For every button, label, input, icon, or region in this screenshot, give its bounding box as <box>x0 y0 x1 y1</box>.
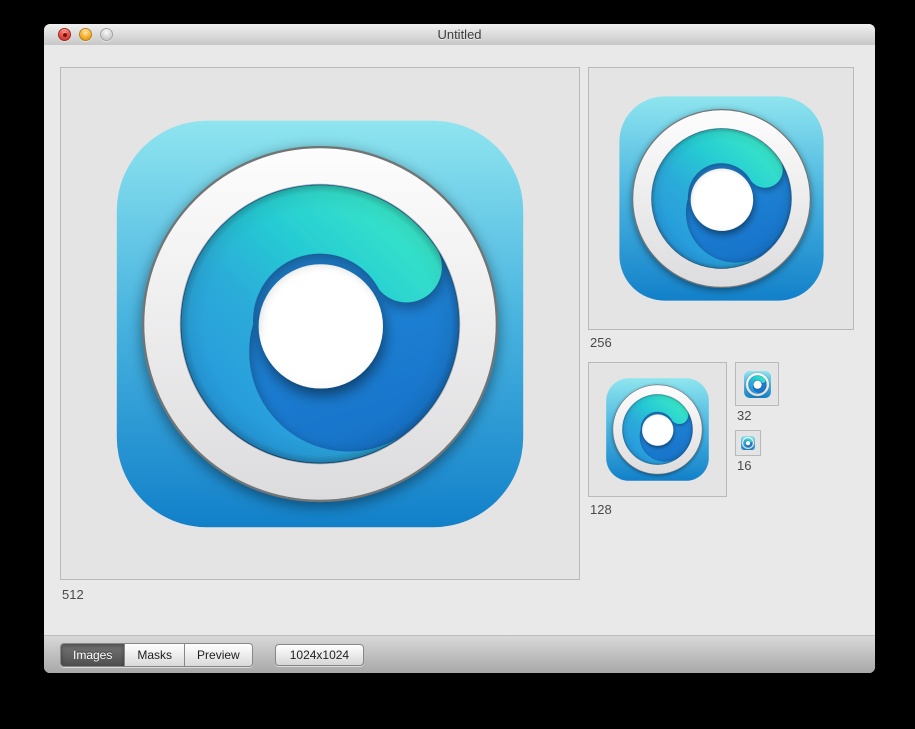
tab-masks[interactable]: Masks <box>125 644 185 666</box>
size-label-512: 512 <box>62 587 84 602</box>
size-label-128: 128 <box>590 502 612 517</box>
app-icon-256 <box>619 96 824 301</box>
tab-preview[interactable]: Preview <box>185 644 252 666</box>
swirl-app-icon <box>116 120 524 528</box>
app-icon-16 <box>741 436 755 450</box>
desktop-background: Untitled 512 <box>0 0 915 729</box>
swirl-app-icon <box>744 371 771 398</box>
app-icon-32 <box>744 371 771 398</box>
preview-box-128[interactable] <box>588 362 727 497</box>
size-label-32: 32 <box>737 408 751 423</box>
app-window: Untitled 512 <box>44 24 875 673</box>
preview-box-32[interactable] <box>735 362 779 406</box>
view-mode-segmented-control: Images Masks Preview <box>60 643 253 667</box>
app-icon-128 <box>606 378 709 481</box>
size-label-256: 256 <box>590 335 612 350</box>
swirl-app-icon <box>606 378 709 481</box>
preview-canvas: 512 256 <box>44 45 875 635</box>
app-icon-512 <box>116 120 524 528</box>
size-1024-button[interactable]: 1024x1024 <box>275 644 364 666</box>
preview-box-256[interactable] <box>588 67 854 330</box>
size-label-16: 16 <box>737 458 751 473</box>
swirl-app-icon <box>741 436 755 450</box>
tab-images[interactable]: Images <box>61 644 125 666</box>
swirl-app-icon <box>619 96 824 301</box>
preview-box-512[interactable] <box>60 67 580 580</box>
bottom-toolbar: Images Masks Preview 1024x1024 <box>44 635 875 673</box>
window-title: Untitled <box>44 27 875 42</box>
preview-box-16[interactable] <box>735 430 761 456</box>
title-bar[interactable]: Untitled <box>44 24 875 46</box>
